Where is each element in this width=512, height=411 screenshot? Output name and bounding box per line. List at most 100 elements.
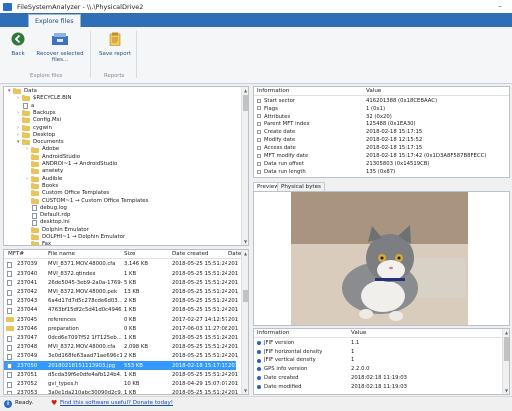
cell-mft: 237049 [17, 353, 38, 360]
tree-item-label: Audible [42, 175, 63, 182]
table-row[interactable]: 237052 gvi_types.h 10 KB 2018-04-29 15:07:0… [4, 380, 238, 389]
scroll-down-arrow-icon[interactable]: ▼ [242, 387, 248, 394]
tree-item[interactable]: desktop.ini [26, 219, 70, 227]
folder-icon [31, 146, 39, 153]
info-value: 2018-02-18 15:17:15 [366, 129, 423, 136]
tab-physical-bytes[interactable]: Physical bytes [277, 182, 325, 191]
cell-mft: 237052 [17, 380, 38, 387]
table-row[interactable]: 237039 MVI_8371.MOV.48000.cfa 3,146 KB 2018… [4, 260, 238, 269]
column-size[interactable]: Size [124, 251, 135, 257]
tree-item[interactable]: ANDROI~1 → AndroidStudio [26, 161, 117, 168]
tree-item[interactable]: › Audible [26, 176, 62, 183]
column-date-created[interactable]: Date created [172, 251, 208, 257]
table-row[interactable]: 237040 MVI_8372.qtindex 1 KB 2018-05-25 15:… [4, 269, 238, 278]
tab-explore-files[interactable]: Explore files [28, 14, 81, 27]
file-icon [7, 390, 12, 394]
info-key: Access date [264, 145, 296, 152]
exif-column-information[interactable]: Information [257, 330, 289, 336]
tree-item[interactable]: › cygwin [17, 125, 52, 132]
table-row[interactable]: 237048 MVI_8372.MOV.48000.cfa 2,098 KB 2018… [4, 343, 238, 352]
table-row[interactable]: 237043 6a4d17d7d5c278cde6d03... 2 KB 2018-0… [4, 297, 238, 306]
cell-name: 26de5045-3eb9-2a0a-1769-... [48, 279, 122, 286]
table-row[interactable]: 237045 references 0 KB 2017-02-27 14:12:57 2… [4, 315, 238, 324]
exif-key: Date modified [264, 383, 302, 390]
tree-item[interactable]: CUSTOM~1 → Custom Office Templates [26, 198, 148, 205]
tree-item[interactable]: ▾ Data [8, 88, 37, 95]
tree-item[interactable]: anwiety [26, 168, 63, 175]
scrollbar-thumb[interactable] [243, 290, 248, 302]
table-row[interactable]: 237053 3a0e1da210abc30090d2c9... 1 KB 2018-… [4, 389, 238, 394]
table-row[interactable]: 237041 26de5045-3eb9-2a0a-1769-... 5 KB 201… [4, 278, 238, 287]
exif-row: JFIF vertical density 1 [254, 357, 509, 365]
table-row[interactable]: 237044 4763bf15df2c5d41d0c4946... 1 KB 2018… [4, 306, 238, 315]
donate-link[interactable]: Find this software useful? Donate today! [60, 400, 173, 406]
scroll-up-arrow-icon[interactable]: ▲ [503, 329, 509, 336]
scrollbar-thumb[interactable] [504, 337, 509, 361]
exif-scrollbar[interactable]: ▲ ▼ [502, 329, 509, 394]
tree-item[interactable]: › Backups [17, 110, 56, 117]
tree-item[interactable]: › $RECYCLE.BIN [17, 95, 71, 102]
exif-row: GPS info version 2.2.0.0 [254, 365, 509, 373]
tree-item[interactable]: DOLPHI~1 → Dolphin Emulator [26, 234, 125, 241]
file-icon [7, 308, 12, 314]
exif-value: 1 [351, 348, 355, 355]
file-icon [7, 344, 12, 351]
tree-item-label: Default.rdp [40, 212, 71, 219]
tree-item[interactable]: ▾ Documents [17, 139, 64, 146]
info-row: MFT modify date 2018-02-18 15:17:42 (0x1D… [254, 152, 509, 160]
table-row[interactable]: 237042 MVI_8372.MOV.48000.pek 13 KB 2018-05… [4, 288, 238, 297]
exif-value: 1 [351, 357, 355, 364]
tree-item[interactable]: Dolphin Emulator [26, 227, 89, 234]
exif-value: 2018:02:18 11:19:03 [351, 374, 408, 381]
exif-column-value[interactable]: Value [351, 330, 366, 336]
table-row[interactable]: 237051 d5cda39f6e0dfe4afb124b4... 1 KB 2018… [4, 370, 238, 379]
tree-item[interactable]: Fax [26, 241, 51, 245]
scrollbar-thumb[interactable] [243, 95, 248, 111]
group-label-reports: Reports [104, 73, 125, 79]
tree-item-label: AndroidStudio [42, 153, 81, 160]
tree-item[interactable]: › Desktop [17, 132, 55, 139]
tree-item[interactable]: Books [26, 183, 58, 190]
table-row[interactable]: 237046 preparation 0 KB 2017-06-03 11:27:08… [4, 324, 238, 333]
info-column-value[interactable]: Value [366, 88, 381, 94]
info-icon: i [4, 400, 12, 408]
back-button[interactable]: Back [6, 32, 30, 57]
tree-item[interactable]: a [17, 103, 34, 110]
tree-item[interactable]: debug.log [26, 205, 67, 212]
table-row[interactable]: 237049 3e0d168fe63aad71ae696c1... 2 KB 2018… [4, 352, 238, 361]
tree-scrollbar[interactable]: ▲ ▼ [241, 87, 248, 245]
folder-tree[interactable]: ▾ Data › $RECYCLE.BIN a › Backups Config.Msi › cy… [3, 86, 249, 246]
tree-item-label: Adobe [42, 146, 60, 153]
tree-item[interactable]: AndroidStudio [26, 154, 80, 161]
column-file-name[interactable]: File name [48, 251, 75, 257]
file-icon [7, 298, 12, 305]
exif-key: JFIF vertical density [264, 357, 316, 364]
tree-item[interactable]: Default.rdp [26, 212, 70, 219]
file-grid[interactable]: MFT# File name Size Date created Date 23… [3, 249, 249, 395]
info-column-information[interactable]: Information [257, 88, 289, 94]
back-arrow-icon [11, 32, 25, 46]
table-row-selected[interactable]: 237050 20180218151113903.jpg 553 KB 2018-02… [4, 361, 238, 371]
file-info-panel: Information Value Start sector 416201388 … [253, 86, 510, 178]
cell-size: 10 KB [124, 380, 140, 387]
tree-item[interactable]: Config.Msi [17, 117, 61, 124]
file-icon [32, 205, 37, 212]
save-report-button[interactable]: Save report [98, 32, 132, 57]
column-date[interactable]: Date [228, 251, 241, 257]
minimize-button[interactable]: – [496, 3, 504, 10]
metadata-bullet-icon [257, 385, 261, 389]
ribbon: Back Recover selected files... Save repo… [0, 27, 512, 84]
scroll-up-arrow-icon[interactable]: ▲ [242, 87, 248, 94]
property-icon [257, 138, 261, 142]
scroll-down-arrow-icon[interactable]: ▼ [242, 238, 248, 245]
scroll-up-arrow-icon[interactable]: ▲ [242, 250, 248, 257]
column-mft[interactable]: MFT# [8, 251, 24, 257]
recover-files-button[interactable]: Recover selected files... [34, 32, 86, 64]
tree-item[interactable]: Custom Office Templates [26, 190, 109, 197]
cell-created: 2017-02-27 14:12:57 [172, 316, 227, 323]
table-row[interactable]: 237047 0dcd6e7097f52 1f7125eb... 1 KB 2018-… [4, 334, 238, 343]
cell-date: 201 [228, 316, 239, 323]
scroll-down-arrow-icon[interactable]: ▼ [503, 387, 509, 394]
grid-scrollbar[interactable]: ▲ ▼ [241, 250, 248, 394]
tree-item[interactable]: › Adobe [26, 146, 59, 153]
